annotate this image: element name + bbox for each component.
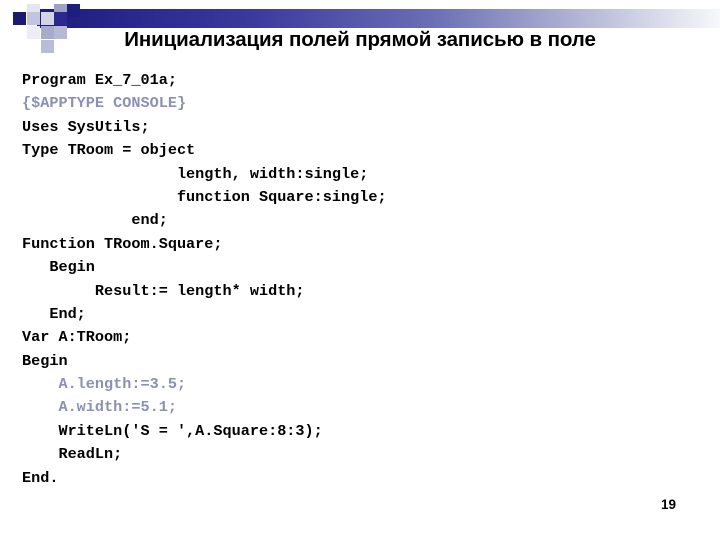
code-line: ReadLn; [22,445,123,464]
code-line: A.length:=3.5; [22,375,187,394]
code-line: Type TRoom = object [22,141,196,160]
code-line: {$APPTYPE CONSOLE} [22,94,187,113]
code-line: function Square:single; [22,187,387,206]
slide-canvas: Инициализация полей прямой записью в пол… [0,0,720,540]
code-line: A.width:=5.1; [22,398,177,417]
navy-square-3 [67,4,80,17]
code-line: Uses SysUtils; [22,117,150,136]
pale-square-3 [41,12,54,25]
header-gradient-bar [37,9,720,28]
code-line: WriteLn('S = ',A.Square:8:3); [22,421,323,440]
code-block: Program Ex_7_01a; {$APPTYPE CONSOLE} Uses … [22,69,712,490]
code-line: Begin [22,351,68,370]
code-line: Function TRoom.Square; [22,234,223,253]
code-line: Var A:TRoom; [22,328,132,347]
code-line: length, width:single; [22,164,369,183]
navy-square-2 [54,12,67,25]
mid-square-2 [27,12,40,25]
code-line: Program Ex_7_01a; [22,71,177,89]
code-line: End; [22,304,86,323]
code-line: End. [22,468,59,487]
code-line: end; [22,211,168,230]
code-line: Result:= length* width; [22,281,305,300]
code-line: Begin [22,258,95,277]
navy-square-1 [13,12,26,25]
page-number: 19 [660,497,676,512]
slide-title: Инициализация полей прямой записью в пол… [124,28,596,51]
